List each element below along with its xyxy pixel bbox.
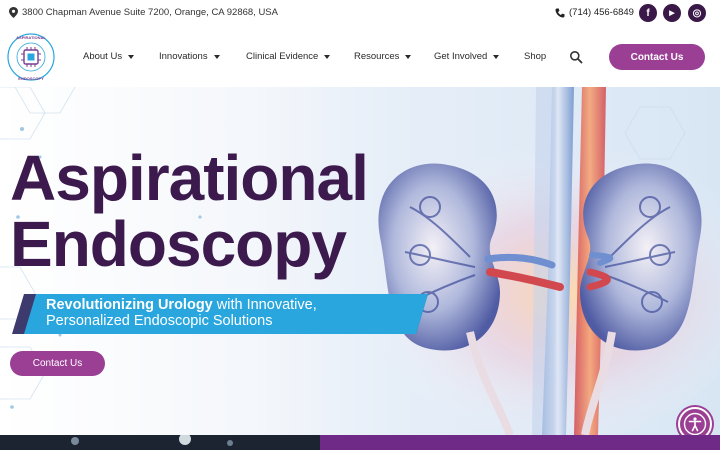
contact-us-button[interactable]: Contact Us (609, 44, 705, 70)
nav-innovations-label: Innovations (159, 51, 208, 62)
tagline-rest: with Innovative, (212, 297, 317, 313)
svg-text:ENDOSCOPY: ENDOSCOPY (18, 76, 44, 81)
nav-resources-label: Resources (354, 51, 400, 62)
hero-section: Aspirational Endoscopy Revolutionizing U… (0, 87, 720, 435)
preview-image (0, 435, 320, 450)
address[interactable]: 3800 Chapman Avenue Suite 7200, Orange, … (9, 7, 278, 18)
nav-about-us-label: About Us (83, 51, 123, 62)
top-info-bar: 3800 Chapman Avenue Suite 7200, Orange, … (0, 0, 720, 27)
hero-title-line2: Endoscopy (10, 208, 347, 280)
nav-clinical-evidence-label: Clinical Evidence (246, 51, 319, 62)
phone-text: (714) 456-6849 (569, 7, 634, 18)
nav-innovations[interactable]: Innovations (159, 51, 220, 62)
accessibility-icon[interactable] (678, 407, 712, 435)
tagline-bold: Revolutionizing Urology (46, 297, 213, 313)
hero-contact-us-button[interactable]: Contact Us (10, 351, 105, 376)
nav-get-involved[interactable]: Get Involved (434, 51, 500, 62)
nav-get-involved-label: Get Involved (434, 51, 488, 62)
youtube-glyph: ▶ (669, 10, 675, 17)
youtube-icon[interactable]: ▶ (663, 4, 681, 22)
instagram-icon[interactable]: ◎ (688, 4, 706, 22)
main-header: ASPIRATIONAL ENDOSCOPY About Us Innovati… (0, 27, 720, 87)
next-section-preview (0, 435, 720, 450)
purple-band (320, 435, 720, 450)
hero-tagline: Revolutionizing Urology with Innovative,… (46, 297, 317, 329)
chevron-down-icon (213, 54, 220, 59)
nav-shop-label: Shop (524, 51, 547, 62)
phone[interactable]: (714) 456-6849 (555, 7, 634, 18)
site-logo[interactable]: ASPIRATIONAL ENDOSCOPY (6, 31, 56, 83)
map-pin-icon (9, 7, 18, 18)
chevron-down-icon (324, 54, 331, 59)
chevron-down-icon (128, 54, 135, 59)
facebook-glyph: f (646, 7, 650, 19)
facebook-icon[interactable]: f (639, 4, 657, 22)
chevron-down-icon (493, 54, 500, 59)
phone-icon (555, 8, 565, 18)
address-text: 3800 Chapman Avenue Suite 7200, Orange, … (22, 7, 278, 18)
nav-resources[interactable]: Resources (354, 51, 412, 62)
chevron-down-icon (405, 54, 412, 59)
tagline-line2: Personalized Endoscopic Solutions (46, 313, 273, 329)
search-icon[interactable] (569, 50, 583, 64)
instagram-glyph: ◎ (692, 7, 702, 19)
nav-about-us[interactable]: About Us (83, 51, 135, 62)
accessibility-figure-icon (683, 412, 707, 435)
hero-title-line1: Aspirational (10, 142, 369, 214)
nav-clinical-evidence[interactable]: Clinical Evidence (246, 51, 331, 62)
svg-text:ASPIRATIONAL: ASPIRATIONAL (16, 35, 46, 40)
hero-title: Aspirational Endoscopy (10, 142, 369, 280)
nav-shop[interactable]: Shop (524, 51, 546, 62)
